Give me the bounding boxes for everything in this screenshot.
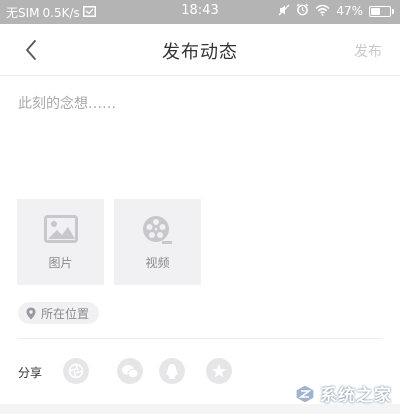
publish-button[interactable]: 发布	[354, 41, 382, 61]
share-moments-button[interactable]	[63, 358, 89, 384]
add-video-button[interactable]: 视频	[114, 199, 201, 285]
moments-icon	[68, 363, 84, 379]
divider	[18, 338, 382, 339]
status-right: 47%	[278, 3, 394, 19]
mute-icon	[278, 4, 290, 19]
watermark: 系统之家	[294, 381, 392, 406]
video-reel-icon	[142, 216, 172, 244]
location-pin-icon	[26, 307, 36, 319]
image-icon	[43, 215, 78, 243]
watermark-logo-icon	[295, 383, 315, 404]
nav-bar: 发布动态 发布	[0, 24, 400, 76]
watermark-text: 系统之家	[320, 386, 392, 406]
battery-fill	[371, 7, 381, 15]
qq-icon	[166, 363, 178, 379]
video-label: 视频	[145, 256, 170, 270]
wifi-icon	[315, 4, 330, 19]
compose-input[interactable]	[18, 92, 382, 182]
location-label: 所在位置	[41, 306, 90, 321]
share-label: 分享	[18, 366, 43, 380]
qzone-icon	[212, 364, 226, 378]
image-label: 图片	[48, 256, 73, 270]
share-qq-button[interactable]	[159, 358, 185, 384]
share-wechat-button[interactable]	[117, 358, 143, 384]
battery-icon	[369, 5, 394, 17]
location-button[interactable]: 所在位置	[18, 302, 100, 324]
wechat-icon	[122, 364, 139, 378]
battery-percent: 47%	[336, 4, 363, 18]
alarm-icon	[296, 3, 309, 19]
share-qzone-button[interactable]	[206, 358, 232, 384]
page-title: 发布动态	[162, 42, 238, 63]
status-bar: 无SIM 0.5K/s 18:43 47%	[0, 0, 400, 24]
add-image-button[interactable]: 图片	[17, 199, 104, 285]
